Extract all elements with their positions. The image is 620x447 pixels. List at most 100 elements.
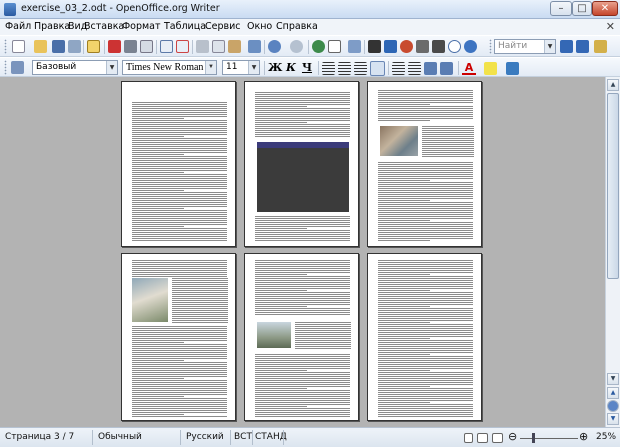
chevron-down-icon[interactable]: ▼ [205, 61, 216, 74]
menu-tools[interactable]: Сервис [205, 21, 241, 32]
multi-page-view-icon[interactable] [477, 433, 488, 443]
menu-insert[interactable]: Вставка [84, 21, 124, 32]
undo-icon[interactable] [268, 40, 281, 53]
scrollbar-thumb[interactable] [607, 93, 619, 279]
menu-help[interactable]: Справка [276, 21, 318, 32]
language[interactable]: Русский [186, 432, 224, 442]
minimize-button[interactable]: – [550, 1, 572, 16]
highlighting-icon[interactable] [484, 62, 497, 75]
document-page[interactable] [121, 253, 236, 421]
new-document-icon[interactable] [12, 40, 25, 53]
spellcheck-icon[interactable] [160, 40, 173, 53]
status-divider [252, 430, 253, 445]
bullets-icon[interactable] [408, 62, 421, 75]
email-document-icon[interactable] [68, 40, 81, 53]
copy-icon[interactable] [212, 40, 225, 53]
menu-format[interactable]: Формат [122, 21, 161, 32]
table-icon[interactable] [328, 40, 341, 53]
chevron-down-icon[interactable]: ▼ [544, 40, 555, 53]
text-line [378, 274, 431, 275]
underline-button[interactable]: Ч [300, 61, 314, 75]
decrease-indent-icon[interactable] [424, 62, 437, 75]
background-color-icon[interactable] [506, 62, 519, 75]
close-document-icon[interactable]: ✕ [606, 20, 615, 33]
navigator-icon[interactable] [384, 40, 397, 53]
data-sources-icon[interactable] [416, 40, 429, 53]
help-icon[interactable] [464, 40, 477, 53]
align-left-icon[interactable] [322, 62, 335, 75]
single-page-view-icon[interactable] [464, 433, 473, 443]
redo-icon[interactable] [290, 40, 303, 53]
text-line [378, 320, 473, 321]
maximize-button[interactable]: □ [572, 1, 592, 16]
chevron-down-icon[interactable]: ▼ [248, 61, 259, 74]
document-page[interactable] [244, 253, 359, 421]
page-style[interactable]: Обычный [98, 432, 142, 442]
paragraph-style-select[interactable]: Базовый ▼ [32, 60, 118, 75]
zoom-slider[interactable] [520, 438, 578, 439]
show-draw-functions-icon[interactable] [348, 40, 361, 53]
zoom-icon[interactable] [448, 40, 461, 53]
justify-icon[interactable] [370, 61, 385, 76]
increase-indent-icon[interactable] [440, 62, 453, 75]
find-options-icon[interactable] [594, 40, 607, 53]
vertical-scrollbar[interactable]: ▲ ▼ ▲ ▼ [605, 77, 620, 427]
scroll-down-button[interactable]: ▼ [607, 373, 619, 385]
zoom-level[interactable]: 25% [596, 432, 616, 442]
font-size-select[interactable]: 11 ▼ [222, 60, 260, 75]
font-color-icon[interactable]: A [462, 61, 476, 75]
export-pdf-icon[interactable] [108, 40, 121, 53]
document-page[interactable] [367, 81, 482, 247]
open-folder-icon[interactable] [34, 40, 47, 53]
toolbar-grip[interactable] [4, 60, 7, 75]
italic-button[interactable]: К [284, 61, 298, 75]
zoom-in-icon[interactable]: ⊕ [579, 430, 588, 443]
align-right-icon[interactable] [354, 62, 367, 75]
book-view-icon[interactable] [492, 433, 503, 443]
numbering-icon[interactable] [392, 62, 405, 75]
text-line [378, 312, 473, 313]
scroll-up-button[interactable]: ▲ [607, 79, 619, 91]
align-center-icon[interactable] [338, 62, 351, 75]
document-page[interactable] [121, 81, 236, 247]
hyperlink-icon[interactable] [312, 40, 325, 53]
document-workspace[interactable] [0, 77, 605, 427]
page-preview-icon[interactable] [140, 40, 153, 53]
edit-file-icon[interactable] [87, 40, 100, 53]
selection-mode[interactable]: СТАНД [255, 432, 287, 442]
menu-file[interactable]: Файл [5, 21, 31, 32]
formatting-marks-icon[interactable] [432, 40, 445, 53]
chevron-down-icon[interactable]: ▼ [106, 61, 117, 74]
print-icon[interactable] [124, 40, 137, 53]
zoom-out-icon[interactable]: ⊖ [508, 430, 517, 443]
document-page[interactable] [244, 81, 359, 247]
writer-app-icon[interactable] [4, 3, 16, 16]
menu-edit[interactable]: Правка [34, 21, 70, 32]
navigation-icon[interactable] [607, 400, 619, 412]
paste-icon[interactable] [228, 40, 241, 53]
insert-mode[interactable]: ВСТ [234, 432, 252, 442]
save-icon[interactable] [52, 40, 65, 53]
cut-icon[interactable] [196, 40, 209, 53]
menu-window[interactable]: Окно [247, 21, 272, 32]
autospellcheck-icon[interactable] [176, 40, 189, 53]
zoom-slider-handle[interactable] [532, 433, 535, 443]
clone-formatting-icon[interactable] [248, 40, 261, 53]
document-page[interactable] [367, 253, 482, 421]
text-line [378, 222, 473, 223]
styles-formatting-icon[interactable] [11, 61, 24, 74]
font-name-select[interactable]: Times New Roman ▼ [122, 60, 217, 75]
menu-table[interactable]: Таблица [164, 21, 206, 32]
next-page-icon[interactable]: ▼ [607, 413, 619, 425]
close-button[interactable]: ✕ [592, 1, 618, 16]
find-previous-icon[interactable] [576, 40, 589, 53]
toolbar-grip[interactable] [4, 39, 7, 54]
toolbar-grip[interactable] [489, 39, 492, 54]
previous-page-icon[interactable]: ▲ [607, 387, 619, 399]
find-replace-icon[interactable] [368, 40, 381, 53]
gallery-icon[interactable] [400, 40, 413, 53]
bold-button[interactable]: Ж [268, 61, 282, 75]
find-input[interactable]: Найти ▼ [494, 39, 556, 54]
page-indicator[interactable]: Страница 3 / 7 [5, 432, 74, 442]
find-next-icon[interactable] [560, 40, 573, 53]
